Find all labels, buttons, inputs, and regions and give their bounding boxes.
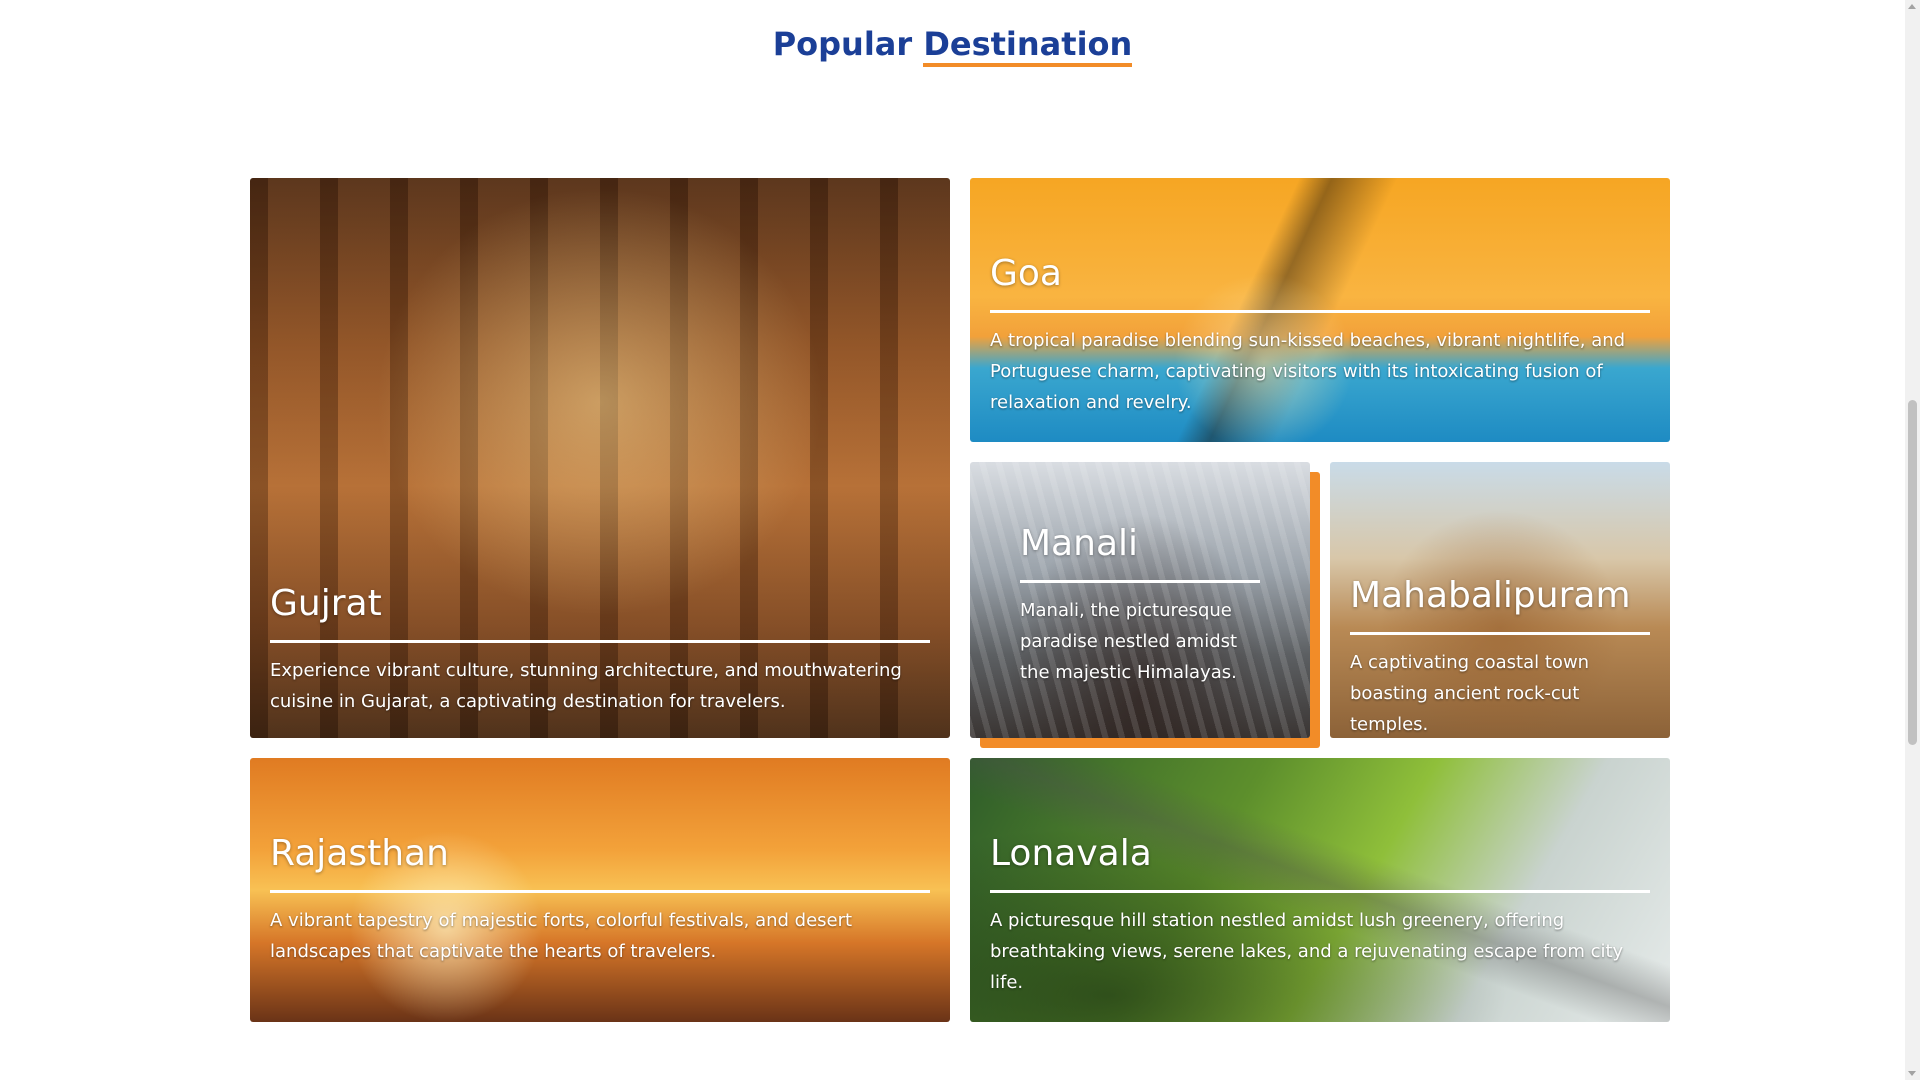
card-content: Rajasthan A vibrant tapestry of majestic… bbox=[270, 832, 930, 967]
vertical-scrollbar[interactable] bbox=[1905, 0, 1920, 1080]
destination-name: Lonavala bbox=[990, 832, 1650, 893]
destination-card-manali[interactable]: Manali Manali, the picturesque paradise … bbox=[970, 462, 1310, 738]
destination-card-rajasthan[interactable]: Rajasthan A vibrant tapestry of majestic… bbox=[250, 758, 950, 1022]
card-content: Mahabalipuram A captivating coastal town… bbox=[1350, 574, 1650, 738]
destination-name: Rajasthan bbox=[270, 832, 930, 893]
scroll-down-arrow-icon[interactable] bbox=[1908, 1071, 1916, 1076]
section-title: Popular Destination bbox=[0, 22, 1905, 67]
destination-name: Goa bbox=[990, 252, 1650, 313]
scroll-up-arrow-icon[interactable] bbox=[1908, 4, 1916, 9]
destination-description: A picturesque hill station nestled amids… bbox=[990, 910, 1624, 993]
destination-name: Gujrat bbox=[270, 582, 930, 643]
card-content: Gujrat Experience vibrant culture, stunn… bbox=[270, 582, 930, 717]
destination-description: A tropical paradise blending sun-kissed … bbox=[990, 330, 1626, 413]
destination-card-gujrat[interactable]: Gujrat Experience vibrant culture, stunn… bbox=[250, 178, 950, 738]
section-title-accent: Destination bbox=[923, 25, 1133, 67]
destination-card-mahabalipuram[interactable]: Mahabalipuram A captivating coastal town… bbox=[1330, 462, 1670, 738]
card-content: Manali Manali, the picturesque paradise … bbox=[1020, 522, 1260, 688]
destination-card-lonavala[interactable]: Lonavala A picturesque hill station nest… bbox=[970, 758, 1670, 1022]
destination-description: Experience vibrant culture, stunning arc… bbox=[270, 660, 902, 712]
section-title-prefix: Popular bbox=[772, 25, 913, 63]
destination-name: Manali bbox=[1020, 522, 1260, 583]
card-content: Lonavala A picturesque hill station nest… bbox=[990, 832, 1650, 998]
destination-description: A vibrant tapestry of majestic forts, co… bbox=[270, 910, 853, 962]
card-content: Goa A tropical paradise blending sun-kis… bbox=[990, 252, 1650, 418]
destination-card-goa[interactable]: Goa A tropical paradise blending sun-kis… bbox=[970, 178, 1670, 442]
destination-name: Mahabalipuram bbox=[1350, 574, 1650, 635]
destination-description: A captivating coastal town boasting anci… bbox=[1350, 652, 1590, 735]
scrollbar-thumb[interactable] bbox=[1908, 400, 1917, 745]
destination-description: Manali, the picturesque paradise nestled… bbox=[1020, 600, 1238, 683]
